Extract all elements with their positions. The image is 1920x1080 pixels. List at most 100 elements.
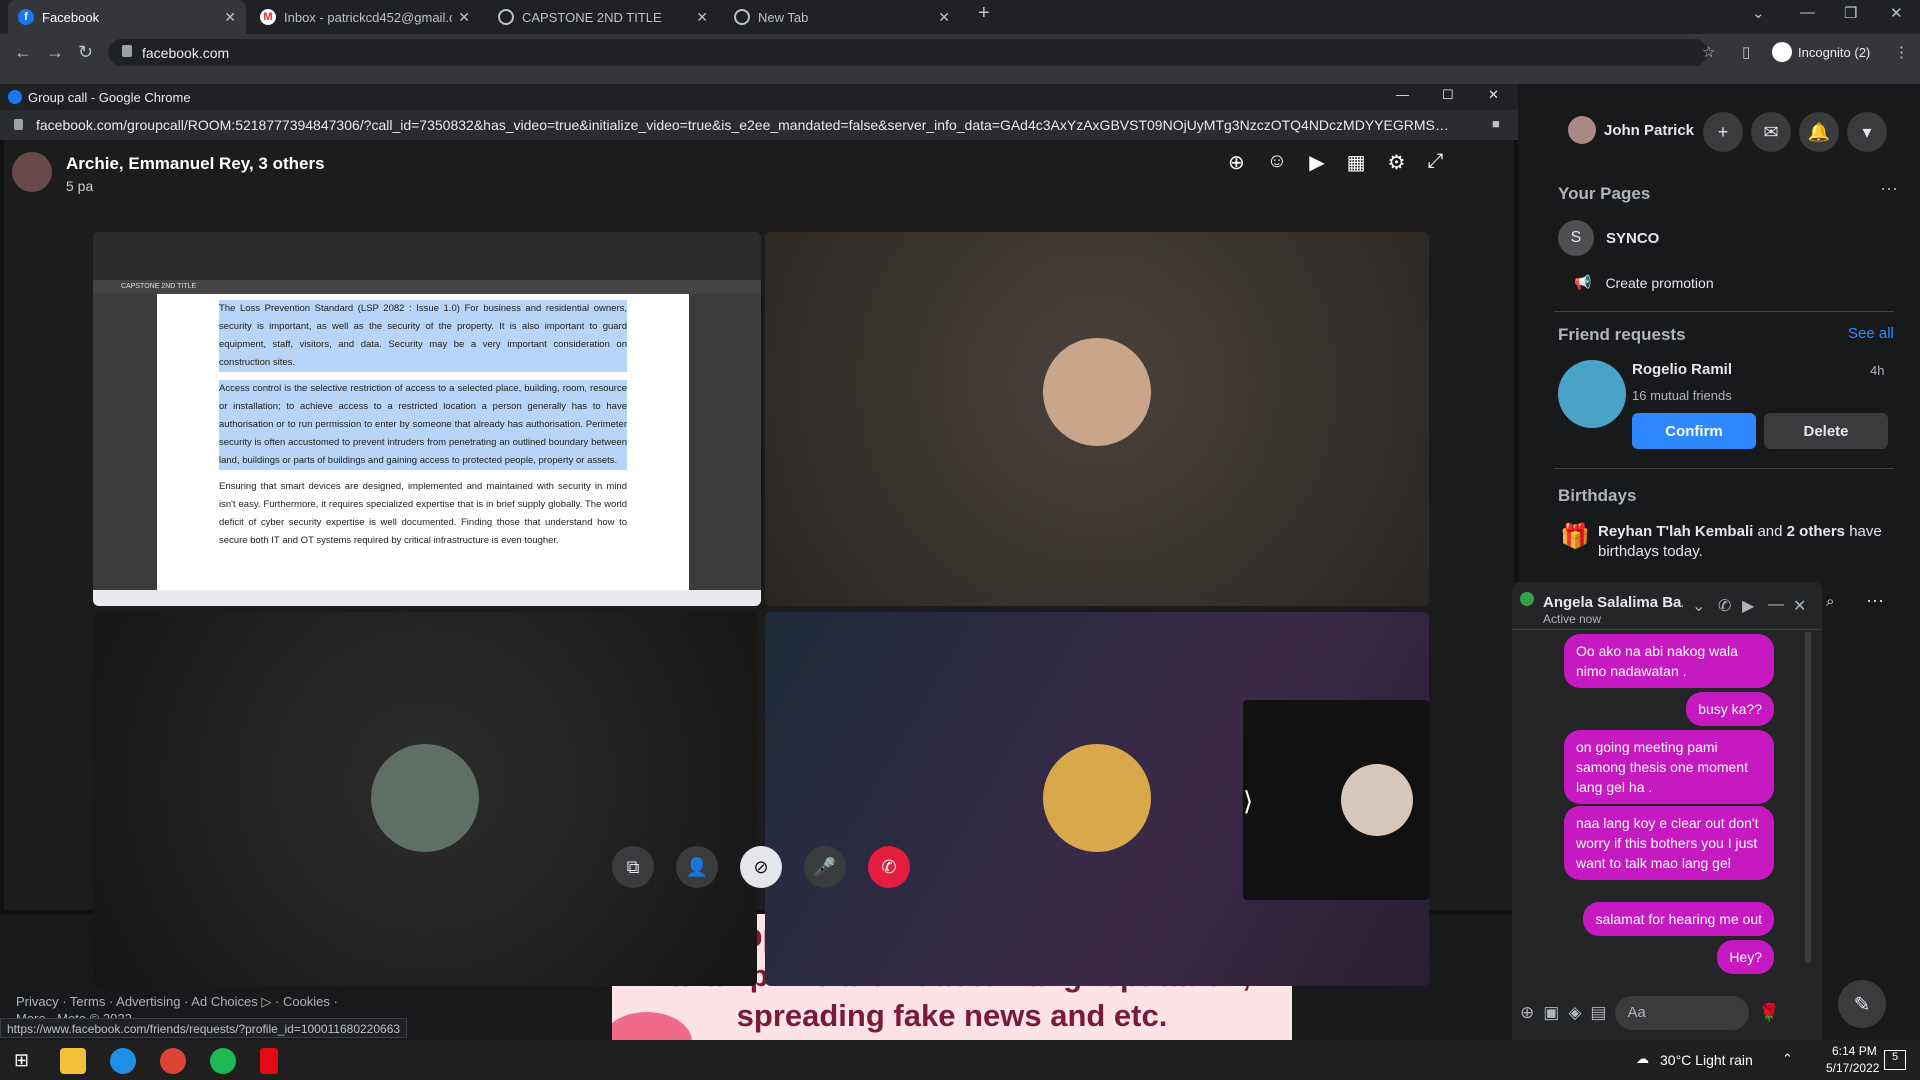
camera-toggle-button[interactable]: ⊘ (740, 846, 782, 888)
clock-time[interactable]: 6:14 PM (1832, 1044, 1877, 1058)
self-avatar (1341, 764, 1413, 836)
close-icon[interactable]: ✕ (938, 9, 950, 26)
account-menu-icon[interactable]: ▾ (1847, 112, 1887, 152)
close-window-icon[interactable]: ✕ (1890, 4, 1903, 22)
more-icon[interactable]: ··· (1880, 178, 1898, 199)
reload-icon[interactable]: ↻ (78, 42, 93, 63)
back-icon[interactable]: ← (14, 42, 32, 63)
windows-start-icon[interactable]: ⊞ (14, 1050, 29, 1071)
call-stage: Archie, Emmanuel Rey, 3 others 5 pa ⊕ ☺ … (4, 140, 1514, 986)
profile-chip[interactable]: John Patrick (1568, 116, 1694, 144)
video-icon[interactable]: ▶ (1742, 596, 1754, 616)
tab-facebook[interactable]: f Facebook ✕ (8, 0, 246, 34)
tab-search-icon[interactable]: ⌄ (1752, 4, 1765, 22)
message-input[interactable]: Aa (1615, 996, 1750, 1030)
image-icon[interactable]: ▣ (1543, 1003, 1559, 1023)
netflix-icon[interactable] (260, 1048, 278, 1074)
birthday-name: Reyhan T'lah Kembali (1598, 523, 1754, 540)
tray-chevron-icon[interactable]: ⌃ (1782, 1051, 1793, 1067)
restore-icon[interactable]: ❐ (1844, 4, 1857, 22)
close-window-icon[interactable]: ✕ (1488, 87, 1499, 103)
page-row[interactable]: S SYNCO (1558, 220, 1659, 256)
chat-message[interactable]: Oo ako na abi nakog wala nimo nadawatan … (1564, 634, 1774, 688)
screen-share-tile[interactable]: CAPSTONE 2ND TITLE The Loss Prevention S… (93, 232, 761, 606)
new-message-button[interactable]: ✎ (1838, 980, 1886, 1028)
participant-tile[interactable] (93, 612, 757, 986)
fullscreen-icon[interactable]: ⤢ (1427, 150, 1443, 175)
minimize-icon[interactable]: — (1800, 4, 1815, 21)
confirm-button[interactable]: Confirm (1632, 413, 1756, 449)
plus-icon[interactable]: ⊕ (1520, 1003, 1534, 1023)
phone-icon[interactable]: ✆ (1718, 596, 1731, 616)
profile-button[interactable]: Incognito (2) (1772, 42, 1870, 62)
search-chat-icon[interactable]: ⌕ (1826, 593, 1834, 610)
close-icon[interactable]: ✕ (696, 9, 708, 26)
bookmark-star-icon[interactable]: ☆ (1702, 43, 1715, 61)
self-view-tile[interactable]: ⟩ (1243, 700, 1429, 900)
side-panel-icon[interactable]: ▯ (1742, 43, 1750, 61)
edge-icon[interactable] (110, 1048, 136, 1074)
chat-scrollbar[interactable] (1805, 632, 1811, 962)
chat-message[interactable]: salamat for hearing me out (1583, 902, 1774, 936)
participant-avatar (371, 744, 479, 852)
minimize-icon[interactable]: — (1396, 87, 1409, 102)
more-icon[interactable]: ··· (1866, 590, 1884, 611)
mute-button[interactable]: 🎤 (804, 846, 846, 888)
menu-icon[interactable]: ⋮ (1894, 43, 1909, 61)
chat-contact-name[interactable]: Angela Salalima Ba... (1543, 594, 1683, 611)
watch-together-icon[interactable]: ▶ (1309, 150, 1324, 175)
address-bar[interactable]: facebook.com (108, 39, 1708, 66)
chrome-icon[interactable] (160, 1048, 186, 1074)
create-icon[interactable]: + (1703, 112, 1743, 152)
see-all-link[interactable]: See all (1848, 325, 1894, 342)
birthday-text[interactable]: Reyhan T'lah Kembali and 2 others have b… (1598, 522, 1888, 562)
participant-tile[interactable] (765, 232, 1429, 606)
settings-icon[interactable]: ⚙ (1387, 150, 1405, 175)
create-promotion[interactable]: 📢 Create promotion (1574, 274, 1714, 291)
delete-button[interactable]: Delete (1764, 413, 1888, 449)
file-explorer-icon[interactable] (60, 1048, 86, 1074)
gif-icon[interactable]: ▤ (1590, 1003, 1606, 1023)
close-chat-icon[interactable]: ✕ (1793, 596, 1806, 616)
footer-more[interactable]: More · Meta © 2022 (16, 1011, 132, 1018)
emoji-icon[interactable]: ☺ (1267, 150, 1287, 175)
chat-message[interactable]: busy ka?? (1686, 692, 1774, 726)
end-call-button[interactable]: ✆ (868, 846, 910, 888)
weather-text[interactable]: 30°C Light rain (1660, 1052, 1753, 1068)
add-icon[interactable]: ⊕ (1228, 150, 1245, 175)
notification-center-icon[interactable]: 5 (1884, 1050, 1906, 1070)
footer-links[interactable]: Privacy · Terms · Advertising · Ad Choic… (16, 994, 338, 1010)
close-icon[interactable]: ✕ (224, 9, 236, 26)
grid-view-icon[interactable]: ▦ (1347, 150, 1366, 175)
share-screen-button[interactable]: ⧉ (612, 846, 654, 888)
requester-avatar[interactable] (1558, 360, 1626, 428)
new-tab-icon[interactable]: + (978, 2, 990, 25)
tab-title: Inbox - patrickcd452@gmail.com (284, 9, 453, 25)
clock-date[interactable]: 5/17/2022 (1826, 1061, 1879, 1075)
chevron-down-icon[interactable]: ⌄ (1692, 596, 1705, 616)
close-icon[interactable]: ✕ (458, 9, 470, 26)
participant-count: 5 pa (66, 178, 94, 194)
forward-icon[interactable]: → (46, 42, 64, 63)
globe-icon (498, 9, 514, 25)
maximize-icon[interactable]: ☐ (1442, 87, 1454, 103)
tab-gmail[interactable]: M Inbox - patrickcd452@gmail.com ✕ (250, 0, 480, 34)
sticker-icon[interactable]: ◈ (1568, 1003, 1581, 1023)
tab-capstone[interactable]: CAPSTONE 2ND TITLE ✕ (488, 0, 718, 34)
rose-icon[interactable]: 🌹 (1758, 1003, 1779, 1023)
tab-new-tab[interactable]: New Tab ✕ (724, 0, 960, 34)
add-people-button[interactable]: 👤 (676, 846, 718, 888)
add-person-icon: 👤 (685, 856, 709, 877)
bookmarks-bar (0, 70, 1920, 84)
call-url-bar[interactable]: facebook.com/groupcall/ROOM:521877739484… (0, 110, 1518, 140)
address-text: facebook.com (142, 45, 230, 61)
chat-message[interactable]: on going meeting pami samong thesis one … (1564, 730, 1774, 804)
chat-message[interactable]: Hey? (1717, 940, 1774, 974)
chat-message[interactable]: naa lang koy e clear out don't worry if … (1564, 806, 1774, 880)
spotify-icon[interactable] (210, 1048, 236, 1074)
messenger-icon[interactable]: ✉ (1751, 112, 1791, 152)
requester-name[interactable]: Rogelio Ramil (1632, 361, 1732, 378)
chevron-right-icon[interactable]: ⟩ (1243, 786, 1253, 817)
notifications-icon[interactable]: 🔔 (1799, 112, 1839, 152)
minimize-chat-icon[interactable]: — (1768, 596, 1784, 614)
